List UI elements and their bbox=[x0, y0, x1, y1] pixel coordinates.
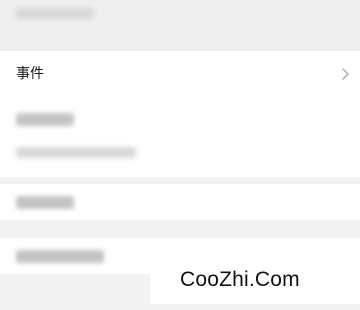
blurred-row-d-title bbox=[16, 250, 104, 263]
event-row[interactable]: 事件 bbox=[0, 51, 360, 98]
blurred-row-b[interactable] bbox=[0, 97, 360, 177]
section-gap bbox=[0, 177, 360, 184]
watermark: CooZhi.Com bbox=[150, 264, 360, 304]
blurred-row-c[interactable] bbox=[0, 184, 360, 220]
event-row-label: 事件 bbox=[16, 66, 44, 82]
blurred-row-c-title bbox=[16, 196, 74, 209]
blurred-top-text bbox=[16, 8, 94, 19]
chevron-right-icon bbox=[342, 68, 349, 80]
blurred-row-b-subtitle bbox=[16, 147, 136, 158]
top-section bbox=[0, 0, 360, 51]
watermark-text: CooZhi.Com bbox=[180, 268, 300, 291]
blurred-row-b-title bbox=[16, 113, 74, 126]
section-gap-2 bbox=[0, 220, 360, 238]
